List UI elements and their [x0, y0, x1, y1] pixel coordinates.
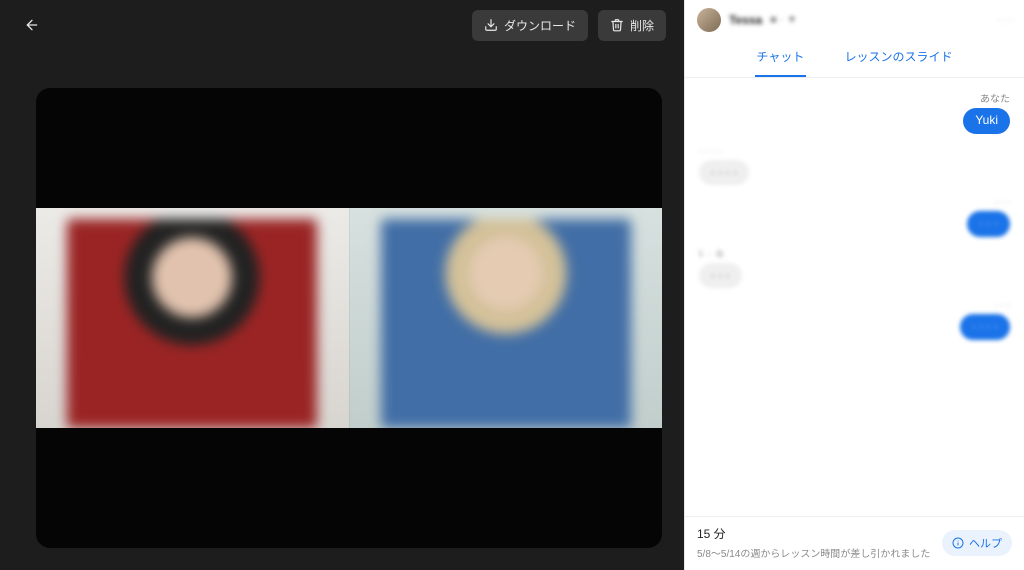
help-button[interactable]: ヘルプ — [942, 530, 1012, 556]
message-sender: あなた — [980, 90, 1010, 105]
message-bubble: · · · · — [699, 160, 749, 186]
chat-message: I· · ·b · · · — [699, 249, 1010, 289]
download-label: ダウンロード — [504, 17, 576, 34]
participant-video-1 — [67, 219, 317, 428]
video-toolbar: ダウンロード 削除 — [0, 0, 684, 50]
message-sender: · · · — [994, 197, 1010, 208]
help-label: ヘルプ — [969, 535, 1002, 551]
tutor-avatar[interactable] — [697, 8, 721, 32]
footer-text: 15 分 5/8〜5/14の週からレッスン時間が差し引かれました — [697, 525, 930, 560]
toolbar-actions: ダウンロード 削除 — [472, 10, 666, 41]
message-bubble: · · · — [967, 211, 1010, 237]
chat-message: あなた Yuki — [699, 90, 1010, 134]
chat-tabs: チャット レッスンのスライド — [685, 36, 1024, 78]
message-bubble: · · · · — [960, 314, 1010, 340]
back-button[interactable] — [18, 11, 46, 39]
chat-message: · · · · · · · — [699, 300, 1010, 340]
delete-label: 削除 — [630, 17, 654, 34]
chat-footer: 15 分 5/8〜5/14の週からレッスン時間が差し引かれました ヘルプ — [685, 516, 1024, 570]
participant-tile-1 — [36, 208, 349, 428]
video-frame[interactable] — [36, 88, 662, 548]
download-icon — [484, 18, 498, 32]
video-grid — [36, 208, 662, 428]
message-sender: I· · ·b — [699, 249, 723, 260]
arrow-left-icon — [24, 14, 40, 36]
info-icon — [952, 537, 964, 549]
chat-panel: Tessa ■ · ▼ · · · チャット レッスンのスライド あなた Yuki… — [684, 0, 1024, 570]
chat-message: · · · · · · — [699, 197, 1010, 237]
chat-message: · · · · · · · · — [699, 146, 1010, 186]
video-viewer-pane: ダウンロード 削除 — [0, 0, 684, 570]
participant-video-2 — [381, 219, 631, 428]
header-meta: · · · — [996, 15, 1012, 26]
lesson-duration: 15 分 — [697, 525, 930, 542]
tutor-subtitle: ■ · ▼ — [770, 14, 797, 26]
message-bubble: · · · — [699, 263, 742, 289]
delete-button[interactable]: 削除 — [598, 10, 666, 41]
chat-header: Tessa ■ · ▼ · · · — [685, 0, 1024, 36]
trash-icon — [610, 18, 624, 32]
download-button[interactable]: ダウンロード — [472, 10, 588, 41]
lesson-note: 5/8〜5/14の週からレッスン時間が差し引かれました — [697, 545, 930, 560]
tab-chat[interactable]: チャット — [755, 40, 807, 77]
participant-tile-2 — [349, 208, 663, 428]
message-sender: · · · — [994, 300, 1010, 311]
tab-slides[interactable]: レッスンのスライド — [842, 40, 954, 77]
chat-message-list[interactable]: あなた Yuki · · · · · · · · · · · · · · I· · ·b · … — [685, 78, 1024, 516]
tutor-name: Tessa — [729, 13, 762, 27]
message-bubble: Yuki — [963, 108, 1010, 134]
message-sender: · · · · — [699, 146, 721, 157]
